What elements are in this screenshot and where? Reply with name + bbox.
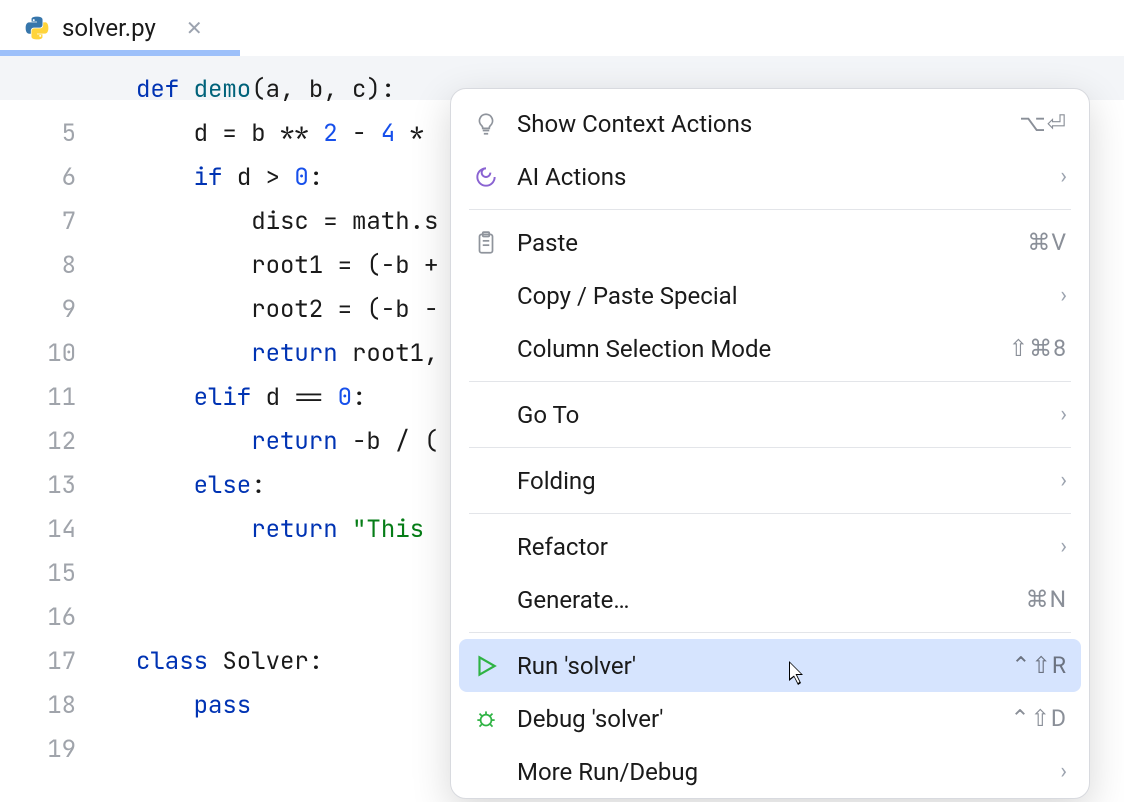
menu-label: Generate… (517, 586, 1026, 614)
play-icon (473, 653, 517, 679)
context-menu: Show Context Actions ⌥⏎ AI Actions › Pas… (450, 88, 1090, 799)
menu-label: Copy / Paste Special (517, 282, 1060, 310)
chevron-right-icon: › (1060, 164, 1067, 189)
menu-item-column-selection[interactable]: Column Selection Mode ⇧⌘8 (451, 322, 1089, 375)
gutter-line-number[interactable]: 10 (0, 332, 118, 376)
menu-shortcut: ⇧⌘8 (1009, 335, 1067, 362)
close-icon[interactable]: ✕ (186, 16, 203, 40)
tab-label: solver.py (62, 14, 156, 42)
gutter-line-number[interactable]: 18 (0, 684, 118, 728)
chevron-right-icon: › (1060, 534, 1067, 559)
lightbulb-icon (473, 111, 517, 137)
gutter-line-number[interactable]: 8 (0, 244, 118, 288)
menu-item-paste[interactable]: Paste ⌘V (451, 216, 1089, 269)
menu-label: Debug 'solver' (517, 705, 1010, 733)
menu-item-copy-paste-special[interactable]: Copy / Paste Special › (451, 269, 1089, 322)
gutter-line-number[interactable]: 13 (0, 464, 118, 508)
gutter-line-number[interactable]: 16 (0, 596, 118, 640)
chevron-right-icon: › (1060, 402, 1067, 427)
menu-item-ai-actions[interactable]: AI Actions › (451, 150, 1089, 203)
menu-separator (469, 632, 1071, 633)
menu-label: Folding (517, 467, 1060, 495)
editor-tab-solver[interactable]: solver.py ✕ (0, 0, 223, 56)
python-icon (24, 15, 50, 41)
gutter-line-number[interactable]: 5 (0, 112, 118, 156)
gutter-line-number[interactable]: 7 (0, 200, 118, 244)
clipboard-icon (473, 230, 517, 256)
menu-separator (469, 381, 1071, 382)
menu-item-show-context-actions[interactable]: Show Context Actions ⌥⏎ (451, 97, 1089, 150)
menu-item-debug-solver[interactable]: Debug 'solver' ⌃⇧D (451, 692, 1089, 745)
gutter-line-number[interactable]: 17 (0, 640, 118, 684)
menu-label: Show Context Actions (517, 110, 1019, 138)
chevron-right-icon: › (1060, 759, 1067, 784)
menu-shortcut: ⌘N (1026, 586, 1067, 613)
cursor-icon (789, 661, 811, 689)
chevron-right-icon: › (1060, 468, 1067, 493)
menu-item-refactor[interactable]: Refactor › (451, 520, 1089, 573)
gutter-line-number[interactable]: 19 (0, 728, 118, 772)
menu-item-folding[interactable]: Folding › (451, 454, 1089, 507)
gutter-line-number[interactable]: 9 (0, 288, 118, 332)
gutter-line-number[interactable]: 14 (0, 508, 118, 552)
gutter-line-number[interactable]: 15 (0, 552, 118, 596)
menu-shortcut: ⌃⇧R (1011, 652, 1067, 679)
menu-separator (469, 447, 1071, 448)
gutter-line-number[interactable]: 11 (0, 376, 118, 420)
menu-separator (469, 513, 1071, 514)
menu-label: More Run/Debug (517, 758, 1060, 786)
gutter: 4 5 6 7 8 9 10 11 12 13 14 15 16 17 18 1… (0, 56, 118, 802)
menu-item-generate[interactable]: Generate… ⌘N (451, 573, 1089, 626)
menu-label: Go To (517, 401, 1060, 429)
menu-shortcut: ⌃⇧D (1010, 705, 1067, 732)
ai-icon (473, 164, 517, 190)
bug-icon (473, 706, 517, 732)
menu-label: Column Selection Mode (517, 335, 1009, 363)
menu-item-more-run-debug[interactable]: More Run/Debug › (451, 745, 1089, 798)
tab-bar: solver.py ✕ (0, 0, 1124, 56)
gutter-line-number[interactable]: 12 (0, 420, 118, 464)
gutter-line-number[interactable]: 6 (0, 156, 118, 200)
menu-item-go-to[interactable]: Go To › (451, 388, 1089, 441)
menu-shortcut: ⌘V (1027, 229, 1067, 256)
menu-label: Run 'solver' (517, 652, 1011, 680)
menu-label: Refactor (517, 533, 1060, 561)
menu-label: Paste (517, 229, 1027, 257)
menu-shortcut: ⌥⏎ (1019, 110, 1067, 137)
menu-separator (469, 209, 1071, 210)
chevron-right-icon: › (1060, 283, 1067, 308)
menu-item-run-solver[interactable]: Run 'solver' ⌃⇧R (459, 639, 1081, 692)
menu-label: AI Actions (517, 163, 1060, 191)
